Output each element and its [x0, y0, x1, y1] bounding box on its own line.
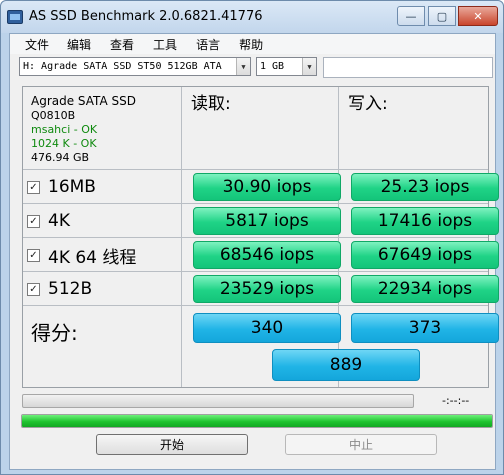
write-result: 67649 iops [351, 241, 499, 269]
toolbar: H: Agrade SATA SSD ST50 512GB ATA ▼ 1 GB… [10, 54, 495, 82]
alignment-status: 1024 K - OK [31, 137, 97, 150]
client-area: 文件 编辑 查看 工具 语言 帮助 H: Agrade SATA SSD ST5… [9, 33, 499, 470]
app-logo-icon [7, 10, 23, 24]
write-score: 373 [351, 313, 499, 343]
read-column-header: 读取: [191, 94, 231, 114]
write-result: 17416 iops [351, 207, 499, 235]
test-row-label: ✓ 4K [27, 205, 70, 237]
total-score: 889 [272, 349, 420, 381]
extra-field[interactable] [323, 57, 493, 78]
chevron-down-icon[interactable]: ▼ [236, 58, 250, 75]
driver-status: msahci - OK [31, 123, 98, 136]
close-button[interactable]: ✕ [458, 6, 498, 26]
drive-select-value: H: Agrade SATA SSD ST50 512GB ATA [23, 61, 222, 72]
test-row-label: ✓ 512B [27, 273, 92, 305]
chevron-down-icon[interactable]: ▼ [302, 58, 316, 75]
menu-file[interactable]: 文件 [25, 34, 49, 54]
test-name: 4K [48, 211, 70, 231]
drive-info: Agrade SATA SSD Q0810B msahci - OK 1024 … [31, 93, 186, 165]
test-row-label: ✓ 4K 64 线程 [27, 239, 136, 271]
checkbox[interactable]: ✓ [27, 248, 40, 262]
app-window: AS SSD Benchmark 2.0.6821.41776 — ▢ ✕ 文件… [0, 0, 504, 475]
grid-divider [23, 271, 488, 272]
test-size-select[interactable]: 1 GB ▼ [256, 57, 317, 76]
checkbox[interactable]: ✓ [27, 214, 40, 228]
menu-view[interactable]: 查看 [110, 34, 134, 54]
grid-divider [23, 203, 488, 204]
drive-firmware: Q0810B [31, 109, 76, 122]
test-name: 16MB [48, 177, 96, 197]
maximize-button[interactable]: ▢ [428, 6, 456, 26]
test-row-label: ✓ 16MB [27, 171, 96, 203]
read-result: 5817 iops [193, 207, 341, 235]
grid-divider [23, 169, 488, 170]
overall-progress-fill [22, 415, 492, 427]
abort-button[interactable]: 中止 [285, 434, 437, 455]
results-grid: Agrade SATA SSD Q0810B msahci - OK 1024 … [22, 86, 499, 388]
drive-model: Agrade SATA SSD [31, 94, 136, 108]
checkbox[interactable]: ✓ [27, 282, 40, 296]
test-name: 4K 64 线程 [48, 247, 137, 268]
menu-bar: 文件 编辑 查看 工具 语言 帮助 [10, 34, 495, 54]
write-result: 22934 iops [351, 275, 499, 303]
menu-edit[interactable]: 编辑 [67, 34, 91, 54]
start-button[interactable]: 开始 [96, 434, 248, 455]
grid-divider [23, 305, 488, 306]
drive-capacity: 476.94 GB [31, 151, 90, 164]
score-label: 得分: [31, 321, 78, 345]
test-name: 512B [48, 279, 93, 299]
elapsed-time: -:--:-- [442, 394, 470, 407]
menu-language[interactable]: 语言 [196, 34, 220, 54]
window-title: AS SSD Benchmark 2.0.6821.41776 [29, 9, 263, 24]
menu-tools[interactable]: 工具 [153, 34, 177, 54]
checkbox[interactable]: ✓ [27, 180, 40, 194]
minimize-button[interactable]: — [397, 6, 425, 26]
read-result: 23529 iops [193, 275, 341, 303]
read-score: 340 [193, 313, 341, 343]
menu-help[interactable]: 帮助 [239, 34, 263, 54]
grid-divider [23, 237, 488, 238]
write-column-header: 写入: [348, 94, 388, 114]
read-result: 30.90 iops [193, 173, 341, 201]
overall-progress-bar [21, 414, 493, 428]
title-bar[interactable]: AS SSD Benchmark 2.0.6821.41776 — ▢ ✕ [1, 1, 503, 33]
drive-select[interactable]: H: Agrade SATA SSD ST50 512GB ATA ▼ [19, 57, 251, 76]
test-size-value: 1 GB [260, 61, 285, 72]
read-result: 68546 iops [193, 241, 341, 269]
write-result: 25.23 iops [351, 173, 499, 201]
task-progress-bar [22, 394, 414, 408]
